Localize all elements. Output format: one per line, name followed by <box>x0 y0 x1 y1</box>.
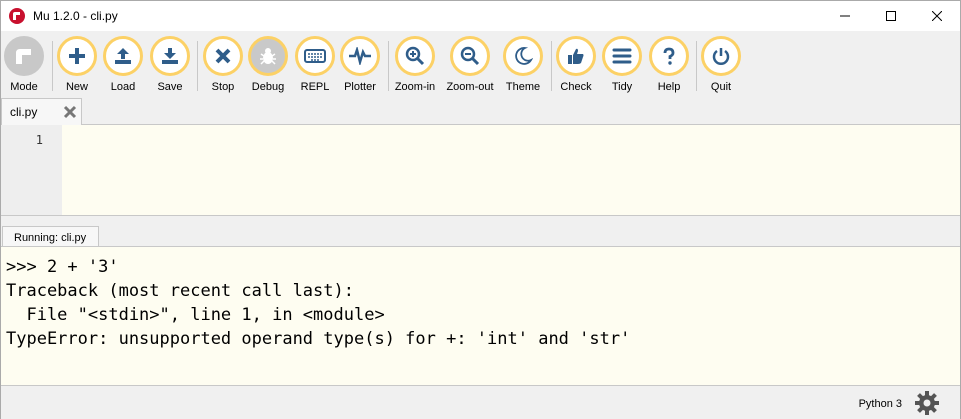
quit-button[interactable]: Quit <box>693 36 749 96</box>
repl-label: REPL <box>300 81 330 93</box>
repl-pane[interactable]: >>> 2 + '3' Traceback (most recent call … <box>1 246 960 386</box>
repl-line: TypeError: unsupported operand type(s) f… <box>6 329 631 349</box>
zoom-out-icon <box>450 36 490 76</box>
repl-line: File "<stdin>", line 1, in <module> <box>6 305 385 325</box>
status-bar: Python 3 <box>1 387 960 419</box>
close-icon[interactable] <box>63 105 77 119</box>
tab-bar: cli.py <box>1 98 960 125</box>
zoom-in-icon <box>395 36 435 76</box>
line-number-gutter: 1 <box>1 125 62 215</box>
lines-icon <box>602 36 642 76</box>
mode-button[interactable]: Mode <box>0 36 52 96</box>
zoom-out-label: Zoom-out <box>446 81 494 93</box>
keyboard-icon <box>295 36 335 76</box>
runner-tab[interactable]: Running: cli.py <box>2 226 99 246</box>
stop-label: Stop <box>211 81 235 93</box>
load-label: Load <box>110 81 136 93</box>
python-mode-label: Python 3 <box>858 398 902 410</box>
tab-label: cli.py <box>10 105 38 119</box>
pulse-icon <box>340 36 380 76</box>
question-icon <box>649 36 689 76</box>
gear-icon[interactable] <box>914 390 940 416</box>
title-bar: Mu 1.2.0 - cli.py <box>1 1 960 31</box>
download-icon <box>150 36 190 76</box>
theme-label: Theme <box>505 81 541 93</box>
mu-app-icon <box>9 8 25 24</box>
moon-icon <box>503 36 543 76</box>
plotter-label: Plotter <box>344 81 376 93</box>
zoom-in-button[interactable]: Zoom-in <box>387 36 443 96</box>
maximize-button[interactable] <box>868 1 914 31</box>
thumbs-up-icon <box>556 36 596 76</box>
window-controls <box>822 1 960 31</box>
mode-label: Mode <box>10 81 38 93</box>
plotter-button[interactable]: Plotter <box>332 36 388 96</box>
maximize-icon <box>886 11 896 21</box>
runner-label: Running: cli.py <box>14 232 87 244</box>
save-label: Save <box>157 81 183 93</box>
runner-tab-bar: Running: cli.py <box>1 216 960 246</box>
line-number: 1 <box>35 133 43 147</box>
upload-icon <box>103 36 143 76</box>
close-icon <box>203 36 243 76</box>
debug-label: Debug <box>251 81 285 93</box>
help-label: Help <box>657 81 681 93</box>
tidy-label: Tidy <box>611 81 633 93</box>
power-icon <box>701 36 741 76</box>
window-title: Mu 1.2.0 - cli.py <box>33 9 118 23</box>
tab-cli-py[interactable]: cli.py <box>1 98 82 125</box>
minimize-icon <box>840 15 850 17</box>
plus-icon <box>57 36 97 76</box>
minimize-button[interactable] <box>822 1 868 31</box>
close-icon <box>932 11 942 21</box>
repl-line: Traceback (most recent call last): <box>6 281 354 301</box>
bug-icon <box>248 36 288 76</box>
quit-label: Quit <box>710 81 732 93</box>
zoom-in-label: Zoom-in <box>394 81 436 93</box>
new-label: New <box>65 81 88 93</box>
mode-icon <box>4 36 44 76</box>
theme-button[interactable]: Theme <box>495 36 551 96</box>
help-button[interactable]: Help <box>641 36 697 96</box>
repl-line: >>> 2 + '3' <box>6 257 119 277</box>
check-label: Check <box>560 81 592 93</box>
close-window-button[interactable] <box>914 1 960 31</box>
mu-window: Mu 1.2.0 - cli.py Mode New Load Save Sto… <box>0 0 961 419</box>
toolbar: Mode New Load Save Stop Debug REPL Plott… <box>1 31 960 97</box>
zoom-out-button[interactable]: Zoom-out <box>442 36 498 96</box>
code-editor[interactable]: 1 <box>1 125 960 216</box>
save-button[interactable]: Save <box>142 36 198 96</box>
